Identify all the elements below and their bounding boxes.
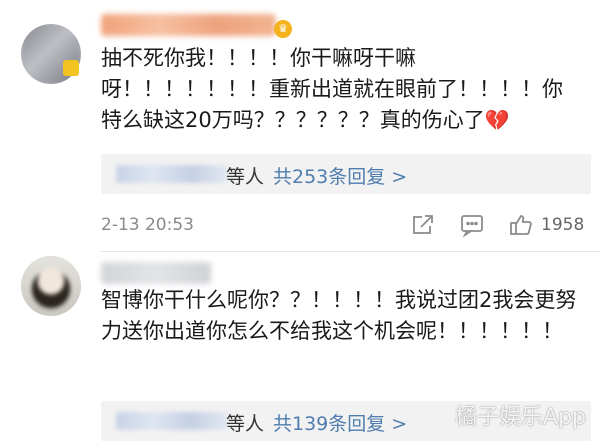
like-count: 1958 — [541, 215, 585, 235]
username-blurred[interactable] — [101, 14, 276, 36]
vip-badge-icon — [63, 60, 79, 76]
share-icon[interactable] — [410, 212, 436, 238]
avatar[interactable] — [21, 256, 81, 316]
comment-text: 智博你干什么呢你？？！！！！我说过团2我会更努力送你出道你怎么不给我这个机会呢！… — [101, 288, 577, 343]
username-blurred[interactable] — [101, 262, 211, 284]
comment-meta: 2-13 20:53 1958 — [101, 212, 591, 242]
replies-link[interactable]: 共139条回复 > — [273, 409, 407, 436]
replies-suffix: 等人 — [226, 413, 265, 435]
replies-suffix: 等人 — [226, 166, 265, 188]
comment-icon[interactable] — [459, 212, 485, 238]
broken-heart-icon: 💔 — [484, 108, 510, 132]
timestamp: 2-13 20:53 — [101, 215, 194, 235]
replies-link[interactable]: 共253条回复 > — [273, 162, 407, 189]
reply-users-blurred — [116, 412, 228, 430]
reply-users-blurred — [116, 165, 228, 183]
comment-text: 抽不死你我！！！！你干嘛呀干嘛呀！！！！！！！重新出道就在眼前了！！！！你特么缺… — [101, 46, 563, 132]
comment-item: ♛ 抽不死你我！！！！你干嘛呀干嘛呀！！！！！！！重新出道就在眼前了！！！！你特… — [0, 0, 600, 252]
replies-box[interactable]: 等人 共253条回复 > — [101, 154, 591, 194]
thumbs-up-icon[interactable] — [508, 212, 534, 238]
watermark-logo: 橘子娱乐App — [455, 405, 586, 430]
member-crown-icon: ♛ — [274, 20, 292, 38]
